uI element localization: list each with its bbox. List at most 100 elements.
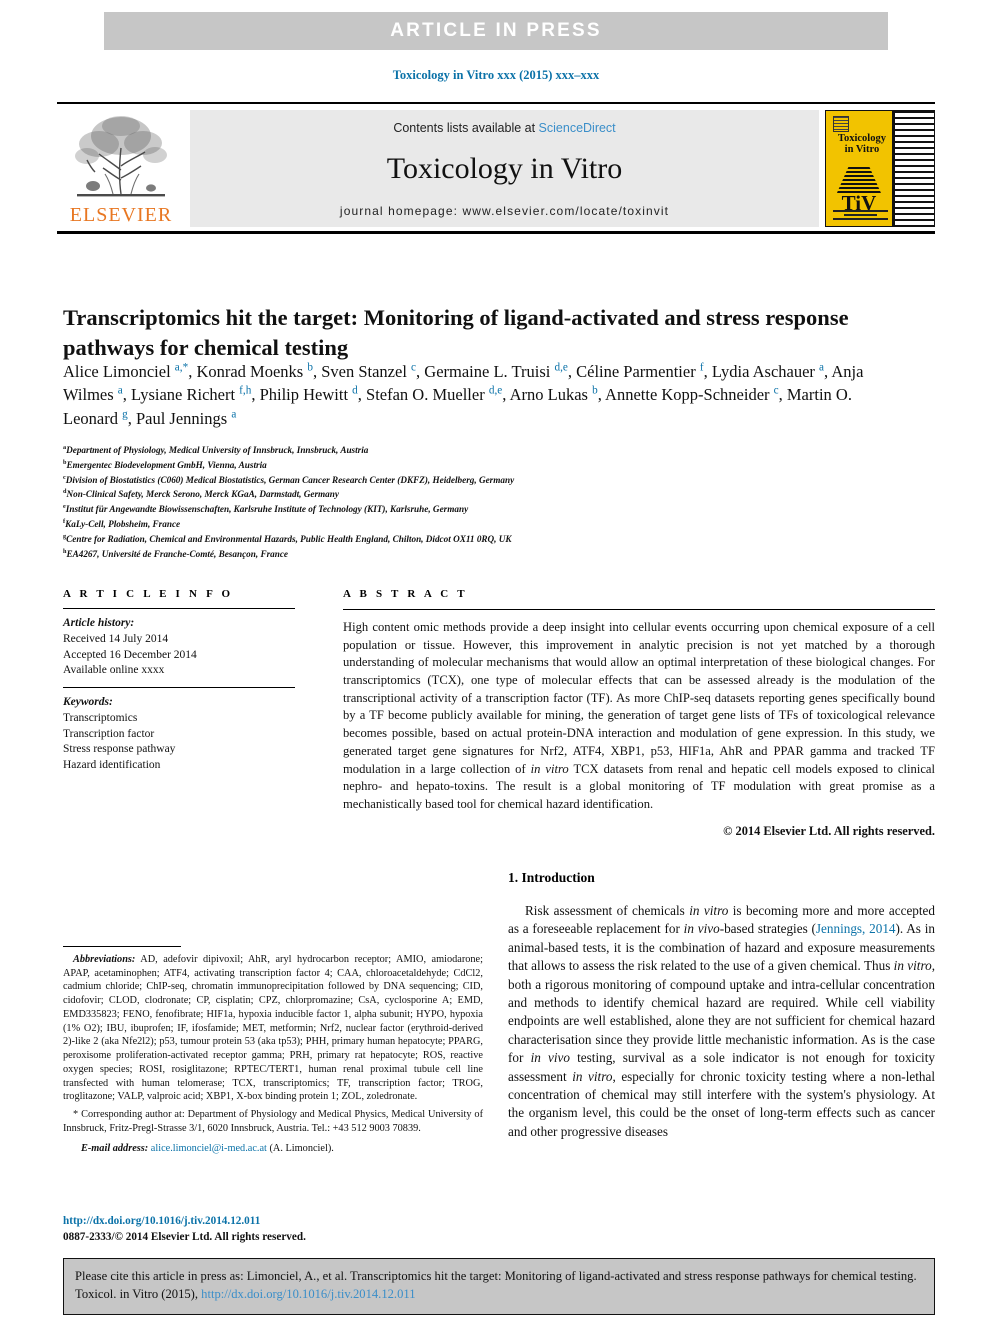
journal-cover-thumbnail: Toxicology in Vitro TiV bbox=[825, 110, 935, 227]
journal-reference-line: Toxicology in Vitro xxx (2015) xxx–xxx bbox=[392, 68, 600, 82]
introduction-italic-term: in vivo bbox=[683, 921, 720, 937]
introduction-italic-term: in vitro bbox=[572, 1068, 613, 1084]
author-entry: Paul Jennings a bbox=[136, 409, 236, 428]
affiliation-text: EA4267, Université de Franche-Comté, Bes… bbox=[66, 548, 289, 559]
cover-publisher-icon bbox=[833, 116, 849, 132]
journal-homepage-line[interactable]: journal homepage: www.elsevier.com/locat… bbox=[340, 204, 669, 218]
author-entry: Annette Kopp-Schneider c, bbox=[605, 384, 787, 405]
keyword-item: Stress response pathway bbox=[63, 743, 176, 756]
affiliation-list: aDepartment of Physiology, Medical Unive… bbox=[63, 443, 893, 562]
email-label: E-mail address: bbox=[81, 1142, 149, 1154]
abstract-heading: A B S T R A C T bbox=[343, 588, 468, 600]
abbreviations-label: Abbreviations: bbox=[73, 954, 136, 965]
corresponding-author-text: Corresponding author at: Department of P… bbox=[63, 1109, 483, 1134]
doi-block: http://dx.doi.org/10.1016/j.tiv.2014.12.… bbox=[63, 1213, 483, 1245]
author-affiliation-marker: a,* bbox=[174, 361, 189, 374]
author-name: Lydia Aschauer bbox=[711, 362, 820, 381]
affiliation-text: Department of Physiology, Medical Univer… bbox=[66, 445, 369, 455]
author-entry: Philip Hewitt d, bbox=[259, 384, 367, 405]
author-name: Annette Kopp-Schneider bbox=[605, 385, 774, 405]
affiliation-item: gCentre for Radiation, Chemical and Envi… bbox=[63, 532, 893, 547]
author-affiliation-marker: f bbox=[699, 361, 704, 374]
author-entry: Alice Limonciel a,*, bbox=[63, 361, 197, 381]
introduction-section: 1. Introduction Risk assessment of chemi… bbox=[508, 870, 935, 1141]
affiliation-text: Division of Biostatistics (C060) Medical… bbox=[65, 474, 515, 485]
cover-footer-rule bbox=[844, 214, 877, 216]
issn-copyright-line: 0887-2333/© 2014 Elsevier Ltd. All right… bbox=[63, 1231, 306, 1244]
footnotes-divider bbox=[63, 946, 181, 947]
cite-doi-link[interactable]: http://dx.doi.org/10.1016/j.tiv.2014.12.… bbox=[201, 1287, 415, 1301]
page-title: Transcriptomics hit the target: Monitori… bbox=[63, 305, 849, 360]
footnotes-section: Abbreviations: AD, adefovir dipivoxil; A… bbox=[63, 946, 483, 1155]
contents-prefix: Contents lists available at bbox=[393, 121, 539, 135]
elsevier-logo: ELSEVIER bbox=[57, 110, 185, 227]
keywords-block: Keywords: Transcriptomics Transcription … bbox=[63, 695, 295, 774]
author-affiliation-marker: d bbox=[352, 384, 358, 397]
contents-available-line: Contents lists available at ScienceDirec… bbox=[393, 121, 615, 135]
cover-footer-rule bbox=[833, 210, 888, 212]
elsevier-tree-icon bbox=[75, 116, 167, 197]
abstract-copyright: © 2014 Elsevier Ltd. All rights reserved… bbox=[723, 823, 935, 838]
journal-masthead: ELSEVIER Contents lists available at Sci… bbox=[57, 102, 935, 234]
introduction-paragraph: Risk assessment of chemicals in vitro is… bbox=[508, 903, 936, 1139]
affiliation-text: Institut für Angewandte Biowissenschafte… bbox=[65, 504, 469, 515]
author-name: Konrad Moenks bbox=[196, 362, 308, 381]
author-affiliation-marker: b bbox=[592, 384, 598, 397]
author-affiliation-marker: b bbox=[307, 361, 313, 374]
author-affiliation-marker: c bbox=[411, 361, 417, 374]
author-entry: Germaine L. Truisi d,e, bbox=[424, 361, 577, 381]
cover-footer-lines bbox=[828, 208, 893, 222]
affiliation-item: cDivision of Biostatistics (C060) Medica… bbox=[63, 473, 893, 488]
introduction-citation-link[interactable]: Jennings, 2014 bbox=[816, 921, 896, 936]
author-entry: Konrad Moenks b, bbox=[196, 361, 322, 381]
affiliation-text: Emergentec Biodevelopment GmbH, Vienna, … bbox=[66, 459, 267, 470]
corresponding-author-block: * Corresponding author at: Department of… bbox=[63, 1108, 483, 1135]
abbreviations-block: Abbreviations: AD, adefovir dipivoxil; A… bbox=[63, 953, 483, 1104]
keywords-divider bbox=[63, 687, 295, 688]
abbreviations-text: AD, adefovir dipivoxil; AhR, aryl hydroc… bbox=[63, 954, 483, 1103]
article-history-online: Available online xxxx bbox=[63, 664, 165, 677]
author-entry: Stefan O. Mueller d,e, bbox=[366, 384, 510, 405]
article-in-press-banner: ARTICLE IN PRESS bbox=[104, 12, 888, 50]
author-name: Stefan O. Mueller bbox=[366, 385, 489, 405]
author-name: Germaine L. Truisi bbox=[424, 362, 555, 381]
author-entry: Lysiane Richert f,h, bbox=[131, 384, 260, 405]
cover-title-line2: in Vitro bbox=[844, 144, 880, 156]
author-affiliation-marker: a bbox=[231, 408, 237, 421]
author-name: Philip Hewitt bbox=[259, 385, 353, 405]
affiliation-text: Centre for Radiation, Chemical and Envir… bbox=[66, 533, 512, 544]
introduction-italic-term: in vivo bbox=[530, 1050, 570, 1066]
keywords-label: Keywords: bbox=[63, 696, 113, 708]
abstract-italic-term: in vitro bbox=[530, 761, 569, 776]
introduction-italic-term: in vitro bbox=[689, 903, 729, 918]
affiliation-item: fKaLy-Cell, Plobsheim, France bbox=[63, 517, 893, 532]
email-link[interactable]: alice.limonciel@i-med.ac.at bbox=[151, 1143, 267, 1154]
author-affiliation-marker: a bbox=[117, 384, 123, 397]
article-history-received: Received 14 July 2014 bbox=[63, 632, 169, 645]
keyword-item: Transcription factor bbox=[63, 727, 155, 740]
keyword-item: Transcriptomics bbox=[63, 711, 138, 724]
sciencedirect-link[interactable]: ScienceDirect bbox=[539, 121, 616, 135]
email-suffix: (A. Limonciel). bbox=[266, 1142, 334, 1154]
author-list: Alice Limonciel a,*, Konrad Moenks b, Sv… bbox=[63, 360, 893, 430]
contents-panel: Contents lists available at ScienceDirec… bbox=[190, 110, 819, 227]
affiliation-item: dNon-Clinical Safety, Merck Serono, Merc… bbox=[63, 487, 893, 502]
affiliation-item: bEmergentec Biodevelopment GmbH, Vienna,… bbox=[63, 458, 893, 473]
article-info-divider bbox=[63, 608, 295, 609]
elsevier-wordmark: ELSEVIER bbox=[69, 204, 173, 226]
author-name: Arno Lukas bbox=[509, 385, 593, 405]
author-name: Sven Stanzel bbox=[321, 362, 412, 381]
affiliation-text: Non-Clinical Safety, Merck Serono, Merck… bbox=[66, 489, 339, 500]
abstract-text: High content omic methods provide a deep… bbox=[343, 620, 935, 811]
cover-stripe-panel bbox=[891, 111, 934, 226]
affiliation-item: aDepartment of Physiology, Medical Unive… bbox=[63, 443, 893, 458]
author-entry: Lydia Aschauer a, bbox=[711, 361, 832, 381]
affiliation-text: KaLy-Cell, Plobsheim, France bbox=[65, 519, 181, 530]
doi-link[interactable]: http://dx.doi.org/10.1016/j.tiv.2014.12.… bbox=[63, 1213, 483, 1229]
author-name: Paul Jennings bbox=[135, 408, 232, 428]
journal-title: Toxicology in Vitro bbox=[386, 152, 623, 185]
author-affiliation-marker: c bbox=[773, 384, 779, 397]
author-affiliation-marker: g bbox=[122, 408, 128, 421]
article-history-accepted: Accepted 16 December 2014 bbox=[63, 648, 197, 661]
abstract-section: A B S T R A C T High content omic method… bbox=[343, 588, 935, 839]
